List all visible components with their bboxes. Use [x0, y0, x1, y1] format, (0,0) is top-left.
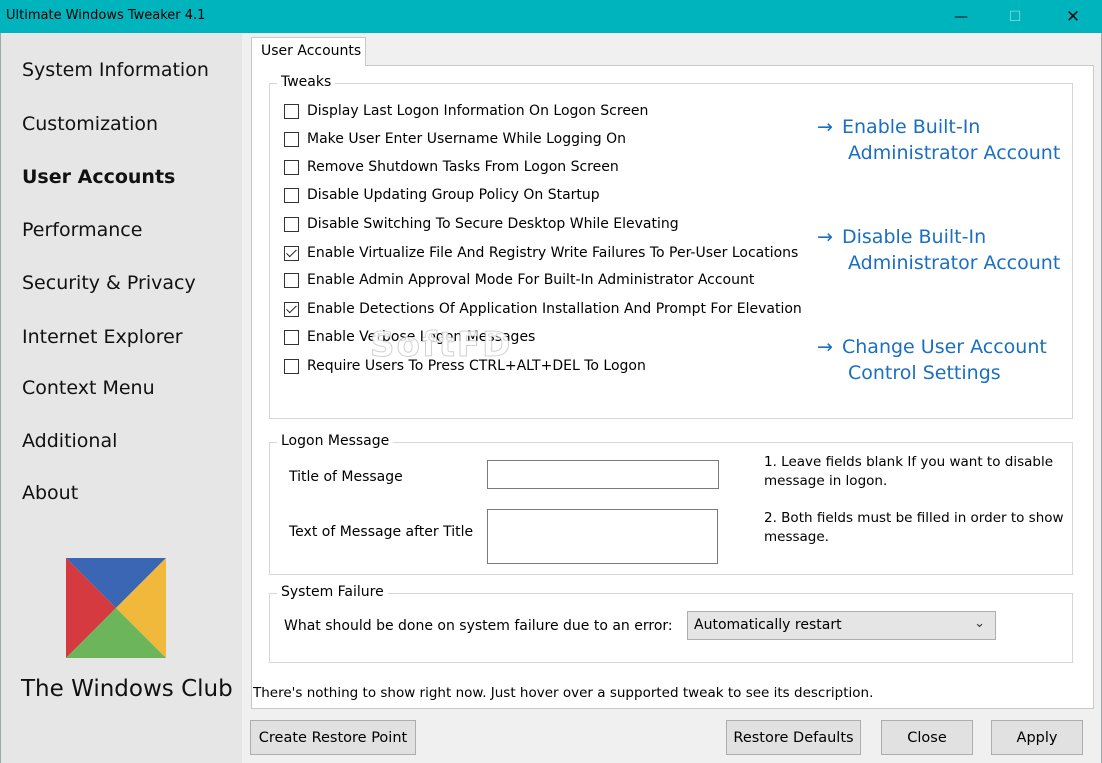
checkbox[interactable] [284, 358, 299, 374]
close-window-button[interactable]: ✕ [1050, 0, 1096, 33]
tweak-label: Enable Verbose Logon Messages [307, 329, 536, 345]
tweak-label: Require Users To Press CTRL+ALT+DEL To L… [307, 358, 646, 374]
sidebar: System Information Customization User Ac… [0, 33, 242, 763]
title-of-message-input[interactable] [487, 460, 719, 489]
tweak-disable-group-policy[interactable]: Disable Updating Group Policy On Startup [284, 187, 600, 203]
windows-club-logo-icon [66, 558, 166, 658]
sidebar-item-context-menu[interactable]: Context Menu [22, 377, 155, 399]
tweak-label: Make User Enter Username While Logging O… [307, 131, 626, 147]
checkbox[interactable] [284, 216, 299, 232]
logon-note-2: 2. Both fields must be filled in order t… [764, 510, 1064, 545]
tweaks-group: Tweaks Display Last Logon Information On… [269, 74, 1073, 419]
logo-text: The Windows Club [21, 676, 233, 702]
tweak-label: Enable Admin Approval Mode For Built-In … [307, 272, 755, 288]
apply-button[interactable]: Apply [991, 720, 1083, 755]
system-failure-group-title: System Failure [277, 584, 388, 600]
tweak-label: Enable Detections Of Application Install… [307, 301, 802, 317]
tweak-admin-approval-mode[interactable]: Enable Admin Approval Mode For Built-In … [284, 272, 754, 288]
tweak-display-last-logon[interactable]: Display Last Logon Information On Logon … [284, 103, 648, 119]
restore-defaults-button[interactable]: Restore Defaults [726, 720, 861, 755]
disable-builtin-admin-link[interactable]: → Disable Built-In Administrator Account [817, 224, 1060, 276]
checkbox[interactable] [284, 159, 299, 175]
sidebar-item-performance[interactable]: Performance [22, 219, 142, 241]
tweak-remove-shutdown[interactable]: Remove Shutdown Tasks From Logon Screen [284, 159, 619, 175]
maximize-button[interactable]: ☐ [992, 0, 1038, 33]
tab-panel: Tweaks Display Last Logon Information On… [251, 65, 1094, 709]
checkbox[interactable] [284, 131, 299, 147]
tweak-ctrl-alt-del[interactable]: Require Users To Press CTRL+ALT+DEL To L… [284, 358, 646, 374]
tweak-label: Enable Virtualize File And Registry Writ… [307, 245, 799, 261]
window-title: Ultimate Windows Tweaker 4.1 [6, 8, 206, 23]
tweak-disable-secure-desktop[interactable]: Disable Switching To Secure Desktop Whil… [284, 216, 679, 232]
status-description: There's nothing to show right now. Just … [253, 685, 874, 701]
arrow-right-icon: → [817, 336, 833, 358]
sidebar-item-about[interactable]: About [22, 482, 78, 504]
tweak-label: Disable Updating Group Policy On Startup [307, 187, 600, 203]
tweak-verbose-logon[interactable]: Enable Verbose Logon Messages [284, 329, 535, 345]
text-of-message-input[interactable] [487, 509, 718, 564]
tab-user-accounts[interactable]: User Accounts [251, 37, 366, 66]
text-of-message-label: Text of Message after Title [289, 524, 474, 540]
checkbox[interactable] [284, 329, 299, 345]
enable-builtin-admin-link[interactable]: → Enable Built-In Administrator Account [817, 114, 1060, 166]
sidebar-item-system-information[interactable]: System Information [22, 59, 209, 81]
close-button[interactable]: Close [881, 720, 973, 755]
title-bar: Ultimate Windows Tweaker 4.1 — ☐ ✕ [0, 0, 1102, 33]
sidebar-item-internet-explorer[interactable]: Internet Explorer [22, 326, 183, 348]
arrow-right-icon: → [817, 116, 833, 138]
tweak-label: Remove Shutdown Tasks From Logon Screen [307, 159, 619, 175]
checkbox[interactable] [284, 272, 299, 288]
checkbox[interactable] [284, 301, 299, 317]
logon-note-1: 1. Leave fields blank If you want to dis… [764, 454, 1054, 489]
tweak-virtualize-file-registry[interactable]: Enable Virtualize File And Registry Writ… [284, 245, 798, 261]
title-of-message-label: Title of Message [289, 469, 403, 485]
tweaks-group-title: Tweaks [277, 74, 336, 90]
logon-message-group-title: Logon Message [277, 433, 394, 449]
minimize-button[interactable]: — [938, 0, 984, 33]
sidebar-item-security-privacy[interactable]: Security & Privacy [22, 272, 196, 294]
dropdown-selected-value: Automatically restart [694, 617, 842, 633]
tweak-detect-installation[interactable]: Enable Detections Of Application Install… [284, 301, 802, 317]
sidebar-item-additional[interactable]: Additional [22, 430, 117, 452]
tweak-label: Disable Switching To Secure Desktop Whil… [307, 216, 679, 232]
sidebar-item-user-accounts[interactable]: User Accounts [22, 166, 175, 188]
logon-message-group: Logon Message Title of Message Text of M… [269, 433, 1073, 575]
checkbox[interactable] [284, 245, 299, 261]
system-failure-question: What should be done on system failure du… [284, 618, 673, 634]
chevron-down-icon: ⌄ [974, 616, 985, 631]
tweak-enter-username[interactable]: Make User Enter Username While Logging O… [284, 131, 626, 147]
system-failure-dropdown[interactable]: Automatically restart ⌄ [687, 611, 996, 640]
checkbox[interactable] [284, 187, 299, 203]
content-area: User Accounts Tweaks Display Last Logon … [242, 33, 1102, 763]
system-failure-group: System Failure What should be done on sy… [269, 584, 1073, 663]
checkbox[interactable] [284, 103, 299, 119]
tweak-label: Display Last Logon Information On Logon … [307, 103, 649, 119]
sidebar-item-customization[interactable]: Customization [22, 113, 158, 135]
create-restore-point-button[interactable]: Create Restore Point [250, 720, 416, 755]
arrow-right-icon: → [817, 226, 833, 248]
change-uac-settings-link[interactable]: → Change User Account Control Settings [817, 334, 1047, 386]
